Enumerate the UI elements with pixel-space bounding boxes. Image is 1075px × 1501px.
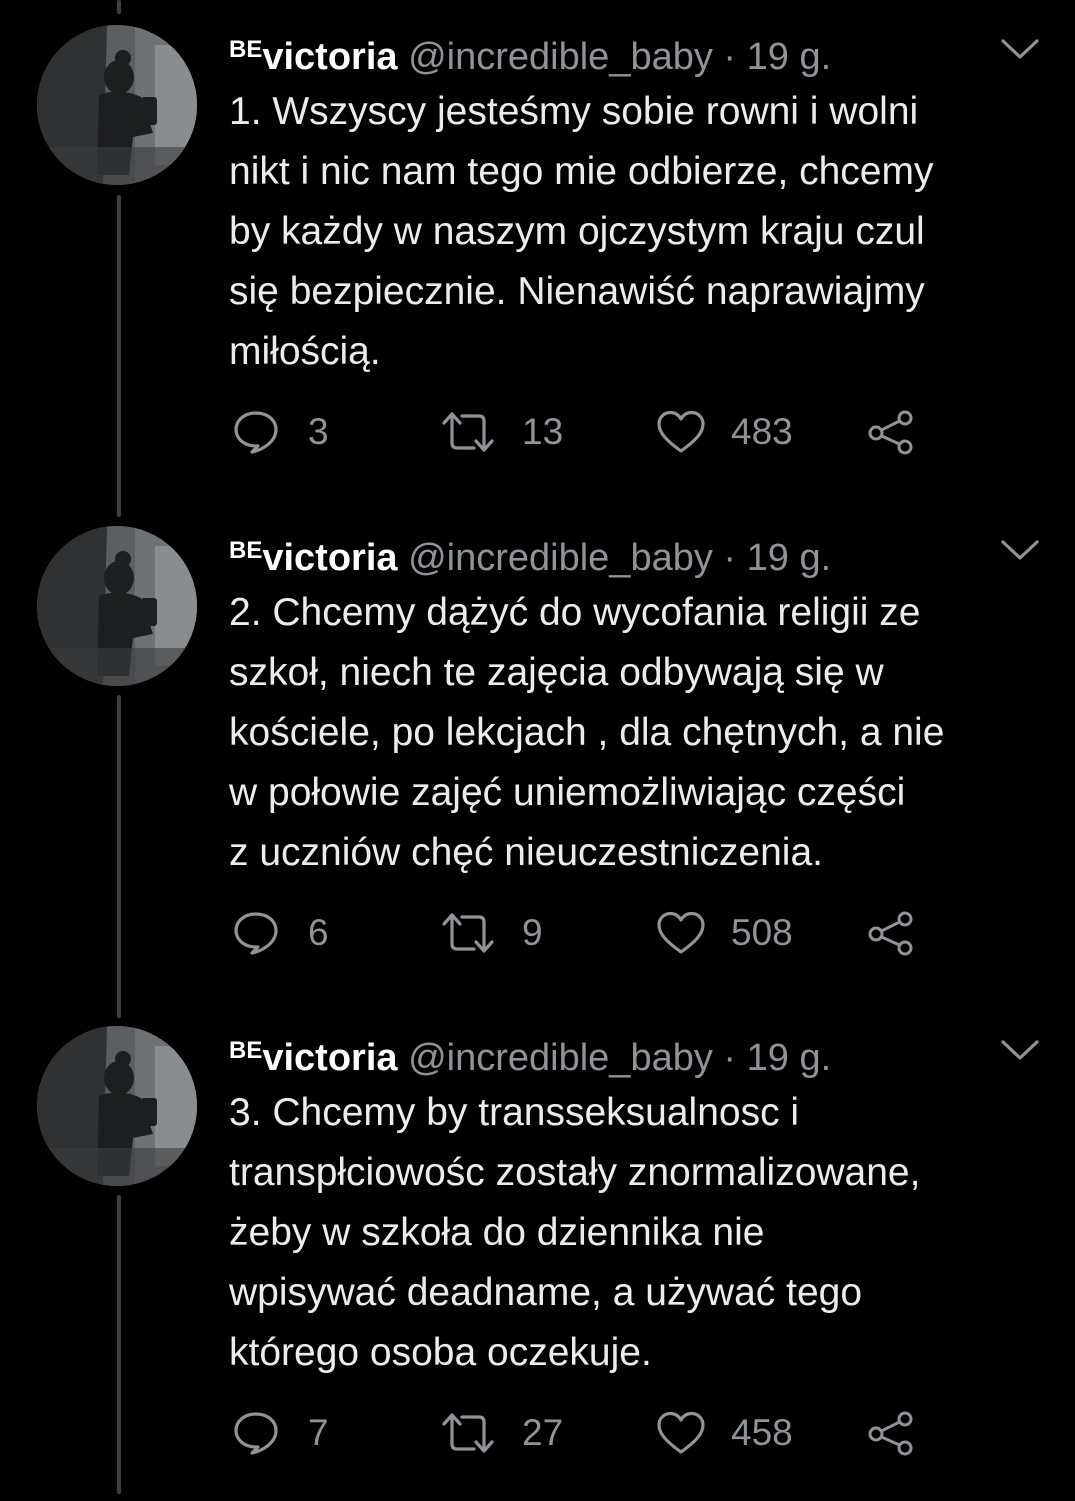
like-button[interactable]: 458: [655, 1405, 805, 1461]
share-icon: [868, 911, 913, 956]
tweet-text-line: by każdy w naszym ojczystym kraju czul: [229, 210, 925, 253]
tweet-text: 1. Wszyscy jesteśmy sobie rowni i wolni …: [229, 82, 1059, 382]
tweet-text-line: w połowie zajęć uniemożliwiając części: [229, 771, 906, 814]
retweet-count: 27: [522, 1412, 564, 1453]
tweet-header: BEvictoria @incredible_baby · 19 g.: [229, 27, 929, 78]
reply-button[interactable]: 7: [232, 1405, 352, 1461]
author-prefix: BE: [229, 36, 263, 63]
reply-icon: [234, 411, 278, 454]
tweet-text-line: się bezpiecznie. Nienawiść naprawiajmy: [229, 270, 925, 313]
tweet-header: BEvictoria @incredible_baby · 19 g.: [229, 528, 929, 579]
like-icon: [657, 410, 705, 453]
tweet-text-line: z uczniów chęć nieuczestniczenia.: [229, 831, 823, 874]
retweet-button[interactable]: 27: [440, 1405, 580, 1461]
chevron-down-icon[interactable]: [999, 1037, 1041, 1063]
tweet-text-line: wpisywać deadname, a używać tego: [229, 1271, 863, 1314]
like-button[interactable]: 508: [655, 905, 805, 961]
like-button[interactable]: 483: [655, 404, 805, 460]
tweet-text-line: nikt i nic nam tego mie odbierze, chcemy: [229, 150, 934, 193]
share-icon: [868, 1411, 913, 1456]
separator-dot: ·: [723, 36, 737, 78]
reply-button[interactable]: 6: [232, 905, 352, 961]
tweet-text: 3. Chcemy by transseksualnosc i transpłc…: [229, 1083, 1059, 1383]
retweet-count: 9: [522, 912, 543, 953]
like-count: 483: [731, 411, 793, 452]
retweet-count: 13: [522, 411, 564, 452]
tweet-actions: 3 13 483: [0, 404, 1075, 460]
reply-icon: [234, 1412, 278, 1455]
like-count: 458: [731, 1412, 793, 1453]
tweet-text: 2. Chcemy dążyć do wycofania religii ze …: [229, 583, 1059, 883]
tweet-text-line: 3. Chcemy by transseksualnosc i: [229, 1091, 800, 1134]
retweet-icon: [442, 1413, 494, 1453]
reply-count: 6: [308, 912, 329, 953]
avatar-silhouette-image: [37, 25, 197, 185]
share-button[interactable]: [866, 1405, 918, 1461]
author-handle[interactable]: @incredible_baby: [408, 1037, 713, 1079]
tweet-text-line: kościele, po lekcjach , dla chętnych, a …: [229, 711, 945, 754]
tweet-text-line: transpłciowośc zostały znormalizowane,: [229, 1151, 921, 1194]
reply-button[interactable]: 3: [232, 404, 352, 460]
tweet-timestamp[interactable]: 19 g.: [747, 537, 832, 579]
retweet-icon: [442, 913, 494, 953]
separator-dot: ·: [723, 1037, 737, 1079]
tweet-text-line: 1. Wszyscy jesteśmy sobie rowni i wolni: [229, 90, 919, 133]
share-icon: [868, 410, 913, 455]
author-name[interactable]: victoria: [262, 36, 397, 78]
chevron-down-icon[interactable]: [999, 537, 1041, 563]
avatar[interactable]: [37, 25, 197, 185]
author-name[interactable]: victoria: [262, 537, 397, 579]
tweet-timestamp[interactable]: 19 g.: [747, 36, 832, 78]
like-count: 508: [731, 912, 793, 953]
tweet-actions: 7 27 458: [0, 1405, 1075, 1461]
author-handle[interactable]: @incredible_baby: [408, 36, 713, 78]
avatar-silhouette-image: [37, 1026, 197, 1186]
author-handle[interactable]: @incredible_baby: [408, 537, 713, 579]
share-button[interactable]: [866, 404, 918, 460]
retweet-icon: [442, 412, 494, 452]
avatar-silhouette-image: [37, 526, 197, 686]
tweet[interactable]: BEvictoria @incredible_baby · 19 g. 3. C…: [0, 1001, 1075, 1501]
reply-count: 3: [308, 411, 329, 452]
tweet-text-line: miłością.: [229, 330, 381, 373]
reply-count: 7: [308, 1412, 329, 1453]
tweet-text-line: 2. Chcemy dążyć do wycofania religii ze: [229, 591, 921, 634]
share-button[interactable]: [866, 905, 918, 961]
tweet-header: BEvictoria @incredible_baby · 19 g.: [229, 1028, 929, 1079]
author-prefix: BE: [229, 537, 263, 564]
retweet-button[interactable]: 9: [440, 905, 580, 961]
tweet-text-line: żeby w szkoła do dziennika nie: [229, 1211, 765, 1254]
tweet[interactable]: BEvictoria @incredible_baby · 19 g. 1. W…: [0, 0, 1075, 500]
tweet[interactable]: BEvictoria @incredible_baby · 19 g. 2. C…: [0, 501, 1075, 1001]
avatar[interactable]: [37, 526, 197, 686]
tweet-timestamp[interactable]: 19 g.: [747, 1037, 832, 1079]
avatar[interactable]: [37, 1026, 197, 1186]
separator-dot: ·: [723, 537, 737, 579]
chevron-down-icon[interactable]: [999, 36, 1041, 62]
like-icon: [657, 1411, 705, 1454]
tweet-text-line: szkoł, niech te zajęcia odbywają się w: [229, 651, 884, 694]
tweet-actions: 6 9 508: [0, 905, 1075, 961]
tweet-text-line: którego osoba oczekuje.: [229, 1331, 652, 1374]
author-prefix: BE: [229, 1037, 263, 1064]
author-name[interactable]: victoria: [262, 1037, 397, 1079]
retweet-button[interactable]: 13: [440, 404, 580, 460]
reply-icon: [234, 912, 278, 955]
like-icon: [657, 911, 705, 954]
